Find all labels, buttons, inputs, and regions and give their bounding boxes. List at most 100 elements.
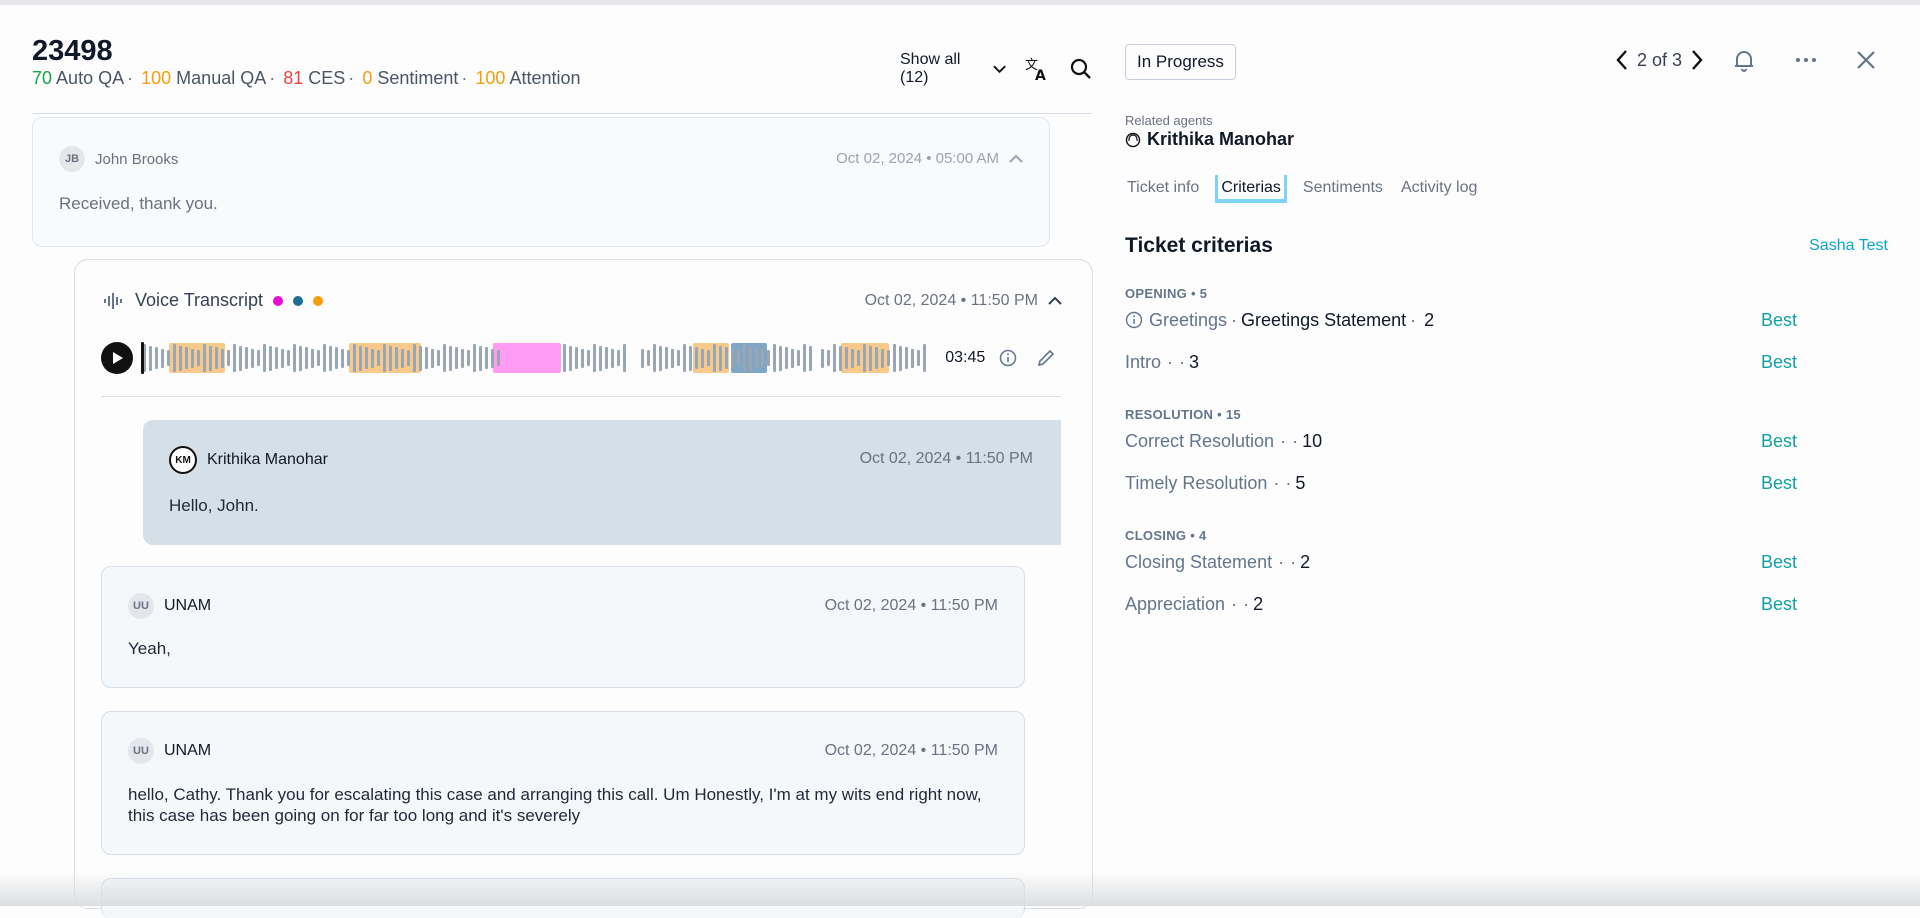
waveform-bar (154, 347, 158, 369)
waveform-bar (898, 345, 902, 371)
playhead[interactable] (140, 342, 144, 374)
criteria-row[interactable]: Timely Resolution · · 5 Best (1125, 469, 1825, 497)
waveform-bar (736, 350, 740, 366)
audio-waveform[interactable] (140, 340, 927, 376)
show-all-dropdown[interactable]: Show all (12) (900, 51, 1007, 87)
waveform-bar (682, 344, 686, 372)
waveform-bar (328, 345, 332, 371)
waveform-bar (730, 348, 734, 368)
related-agent-name: Krithika Manohar (1147, 129, 1295, 149)
waveform-bar (364, 347, 368, 369)
chevron-right-icon[interactable] (1690, 49, 1704, 71)
waveform-bar (322, 344, 326, 372)
waveform-bar (190, 348, 194, 368)
info-icon[interactable] (1125, 311, 1143, 329)
waveform-highlight[interactable] (492, 343, 561, 373)
criteria-value: 5 (1295, 472, 1306, 493)
waveform-bar (436, 350, 440, 366)
criteria-name: Appreciation (1125, 593, 1226, 614)
message-text: hello, Cathy. Thank you for escalating t… (128, 785, 982, 825)
waveform-bar (790, 348, 794, 368)
section-closing: CLOSING • 4 (1125, 528, 1207, 543)
more-options-icon[interactable] (1793, 47, 1819, 73)
waveform-bar (454, 347, 458, 369)
waveform-bar (388, 345, 392, 371)
message-timestamp: Oct 02, 2024 • 11:50 PM (859, 450, 1033, 467)
search-icon[interactable] (1067, 54, 1095, 84)
waveform-bar (226, 350, 230, 366)
waveform-bar (694, 347, 698, 369)
waveform-bar (220, 348, 224, 368)
chevron-up-icon[interactable] (1048, 296, 1062, 306)
waveform-bar (742, 344, 746, 372)
ticket-id: 23498 (32, 35, 113, 67)
tab-activity-log[interactable]: Activity log (1399, 175, 1479, 203)
criteria-name: Timely Resolution (1125, 472, 1268, 493)
waveform-bar (166, 350, 170, 366)
edit-pencil-icon[interactable] (1031, 343, 1061, 373)
conversation-pane: 23498 70 Auto QA · 100 Manual QA · 81 CES ·… (0, 5, 1095, 918)
status-dropdown[interactable]: In Progress (1125, 44, 1236, 80)
message-timestamp: Oct 02, 2024 • 11:50 PM (824, 742, 998, 759)
bell-icon[interactable] (1731, 47, 1757, 73)
waveform-bar (286, 350, 290, 366)
waveform-bar (646, 350, 650, 366)
waveform-bar (592, 344, 596, 372)
channel-dot-magenta (273, 295, 284, 306)
waveform-highlight[interactable] (692, 343, 729, 373)
related-agent[interactable]: Krithika Manohar (1125, 129, 1294, 150)
tab-ticket-info[interactable]: Ticket info (1125, 175, 1201, 203)
header-actions (1731, 47, 1877, 73)
waveform-bar (910, 348, 914, 368)
criteria-row[interactable]: Appreciation · · 2 Best (1125, 590, 1825, 618)
info-icon[interactable] (993, 343, 1023, 373)
waveform-bar (892, 344, 896, 372)
close-icon[interactable] (1855, 49, 1877, 71)
criteria-rating: Best (1761, 430, 1798, 451)
criteria-row[interactable]: Intro · · 3 Best (1125, 348, 1825, 376)
waveform-bar (568, 345, 572, 371)
waveform-bar (274, 347, 278, 369)
attention-label: Attention (509, 68, 581, 88)
waveform-bar (832, 344, 836, 372)
message-card: JB John Brooks Oct 02, 2024 • 05:00 AM R… (32, 117, 1050, 247)
waveform-bar (466, 350, 470, 366)
related-agents-label: Related agents (1125, 113, 1213, 128)
waveform-bar (724, 347, 728, 369)
voice-timestamp: Oct 02, 2024 • 11:50 PM (865, 292, 1062, 310)
waveform-bar (598, 345, 602, 371)
sender-name: Krithika Manohar (207, 451, 328, 468)
message-header: KM Krithika Manohar (169, 446, 328, 474)
sentiment-score: 0 (362, 68, 373, 88)
chevron-up-icon[interactable] (1009, 154, 1023, 164)
waveform-bar (214, 347, 218, 369)
reviewer-link[interactable]: Sasha Test (1809, 237, 1888, 255)
svg-text:A: A (1035, 68, 1046, 82)
waveform-bar (196, 350, 200, 366)
play-button[interactable] (101, 342, 133, 374)
player-divider (101, 396, 1061, 397)
waveform-bar (340, 348, 344, 368)
waveform-bar (826, 350, 830, 366)
waveform-bar (310, 348, 314, 368)
tab-sentiments[interactable]: Sentiments (1301, 175, 1385, 203)
waveform-bar (580, 348, 584, 368)
avatar: KM (169, 446, 197, 474)
waveform-bar (766, 350, 770, 366)
waveform-bar (256, 350, 260, 366)
waveform-bar (352, 344, 356, 372)
tab-criterias[interactable]: Criterias (1215, 175, 1287, 203)
criteria-row[interactable]: Correct Resolution · · 10 Best (1125, 427, 1825, 455)
details-pane: In Progress 2 of 3 Related agents Krithi… (1095, 5, 1920, 906)
details-tabs: Ticket info Criterias Sentiments Activit… (1125, 175, 1479, 203)
criteria-row[interactable]: Closing Statement · · 2 Best (1125, 548, 1825, 576)
section-resolution: RESOLUTION • 15 (1125, 407, 1241, 422)
waveform-bar (616, 350, 620, 366)
waveform-bar (172, 344, 176, 372)
waveform-bar (382, 344, 386, 372)
criteria-row[interactable]: Greetings · Greetings Statement · 2 Best (1125, 306, 1825, 334)
waveform-bar (700, 348, 704, 368)
waveform-bar (244, 347, 248, 369)
translate-icon[interactable]: 文A (1023, 54, 1051, 84)
chevron-left-icon[interactable] (1615, 49, 1629, 71)
